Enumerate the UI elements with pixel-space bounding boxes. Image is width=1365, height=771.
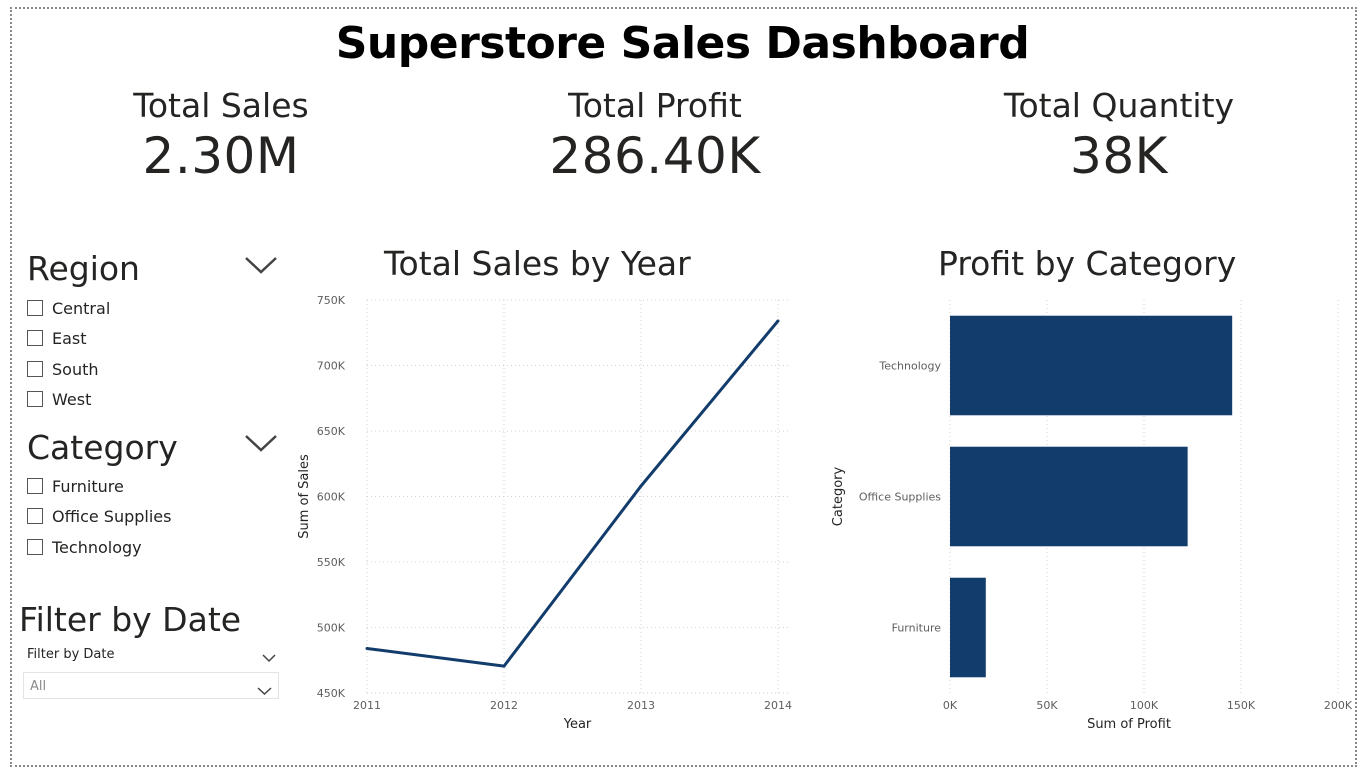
kpi-value: 38K: [1070, 127, 1168, 185]
checkbox[interactable]: [27, 508, 43, 524]
y-tick-label: 500K: [317, 622, 346, 635]
date-filter-title: Filter by Date: [19, 600, 242, 639]
bar: [950, 315, 1233, 416]
y-tick-label: 550K: [317, 556, 346, 569]
kpi-value: 2.30M: [142, 127, 300, 185]
region-option-central[interactable]: Central: [27, 297, 110, 319]
chevron-down-icon[interactable]: [244, 255, 278, 275]
checkbox[interactable]: [27, 300, 43, 316]
checkbox[interactable]: [27, 391, 43, 407]
checkbox[interactable]: [27, 478, 43, 494]
option-label: Technology: [52, 537, 142, 557]
kpi-value: 286.40K: [549, 127, 761, 185]
category-option-office-supplies[interactable]: Office Supplies: [27, 505, 171, 527]
kpi-total-quantity: Total Quantity 38K: [969, 86, 1269, 185]
y-tick-label: 450K: [317, 687, 346, 700]
region-option-west[interactable]: West: [27, 388, 91, 410]
category-option-furniture[interactable]: Furniture: [27, 475, 124, 497]
category-slicer-title: Category: [27, 428, 178, 467]
data-point: [502, 664, 506, 668]
x-axis-title: Sum of Profit: [1087, 717, 1171, 732]
line-chart: 450K 500K 550K 600K 650K 700K 750K 2011 2012 2013…: [297, 294, 792, 732]
kpi-label: Total Sales: [133, 86, 309, 125]
region-slicer-title: Region: [27, 249, 140, 288]
x-tick-label: 50K: [1036, 699, 1058, 712]
option-label: Furniture: [52, 476, 124, 496]
x-tick-label: 100K: [1130, 699, 1159, 712]
y-axis-title: Sum of Sales: [297, 454, 312, 539]
option-label: East: [52, 328, 87, 348]
checkbox[interactable]: [27, 330, 43, 346]
y-axis-title: Category: [831, 467, 846, 527]
y-tick-label: 600K: [317, 491, 346, 504]
chevron-down-icon: [257, 681, 272, 696]
kpi-total-profit: Total Profit 286.40K: [505, 86, 805, 185]
x-tick-label: 0K: [943, 699, 958, 712]
y-tick-label: 700K: [317, 360, 346, 373]
dashboard-title: Superstore Sales Dashboard: [335, 18, 1030, 69]
bar: [950, 446, 1188, 547]
region-option-south[interactable]: South: [27, 358, 99, 380]
kpi-total-sales: Total Sales 2.30M: [71, 86, 371, 185]
chevron-down-icon[interactable]: [244, 433, 278, 453]
x-tick-label: 2014: [764, 699, 792, 712]
data-point: [639, 484, 643, 488]
date-filter-label: Filter by Date: [27, 647, 115, 662]
sales-line: [366, 320, 780, 668]
bar: [950, 577, 986, 678]
region-option-east[interactable]: East: [27, 327, 87, 349]
category-label: Office Supplies: [859, 491, 941, 504]
option-label: West: [52, 389, 92, 409]
chevron-down-icon[interactable]: [262, 648, 276, 663]
option-label: South: [52, 359, 99, 379]
kpi-label: Total Profit: [568, 86, 742, 125]
checkbox[interactable]: [27, 361, 43, 377]
x-tick-label: 200K: [1324, 699, 1353, 712]
category-label: Technology: [878, 360, 941, 373]
kpi-label: Total Quantity: [1003, 86, 1235, 125]
bar-chart: 0K 50K 100K 150K 200K Technology Office Suppli…: [831, 300, 1353, 732]
checkbox[interactable]: [27, 539, 43, 555]
x-tick-label: 2012: [490, 699, 518, 712]
option-label: Central: [52, 298, 111, 318]
bar-chart-title: Profit by Category: [938, 244, 1237, 283]
y-tick-label: 650K: [317, 425, 346, 438]
option-label: Office Supplies: [52, 506, 172, 526]
x-axis-title: Year: [563, 717, 592, 732]
y-tick-label: 750K: [317, 294, 346, 307]
data-point: [365, 646, 369, 650]
x-tick-label: 2011: [353, 699, 381, 712]
data-point: [776, 319, 780, 323]
x-tick-label: 150K: [1227, 699, 1256, 712]
x-tick-label: 2013: [627, 699, 655, 712]
date-filter-dropdown[interactable]: All: [23, 672, 279, 699]
line-chart-title: Total Sales by Year: [384, 244, 691, 283]
category-label: Furniture: [892, 622, 942, 635]
category-option-technology[interactable]: Technology: [27, 536, 142, 558]
date-filter-value: All: [30, 679, 47, 694]
